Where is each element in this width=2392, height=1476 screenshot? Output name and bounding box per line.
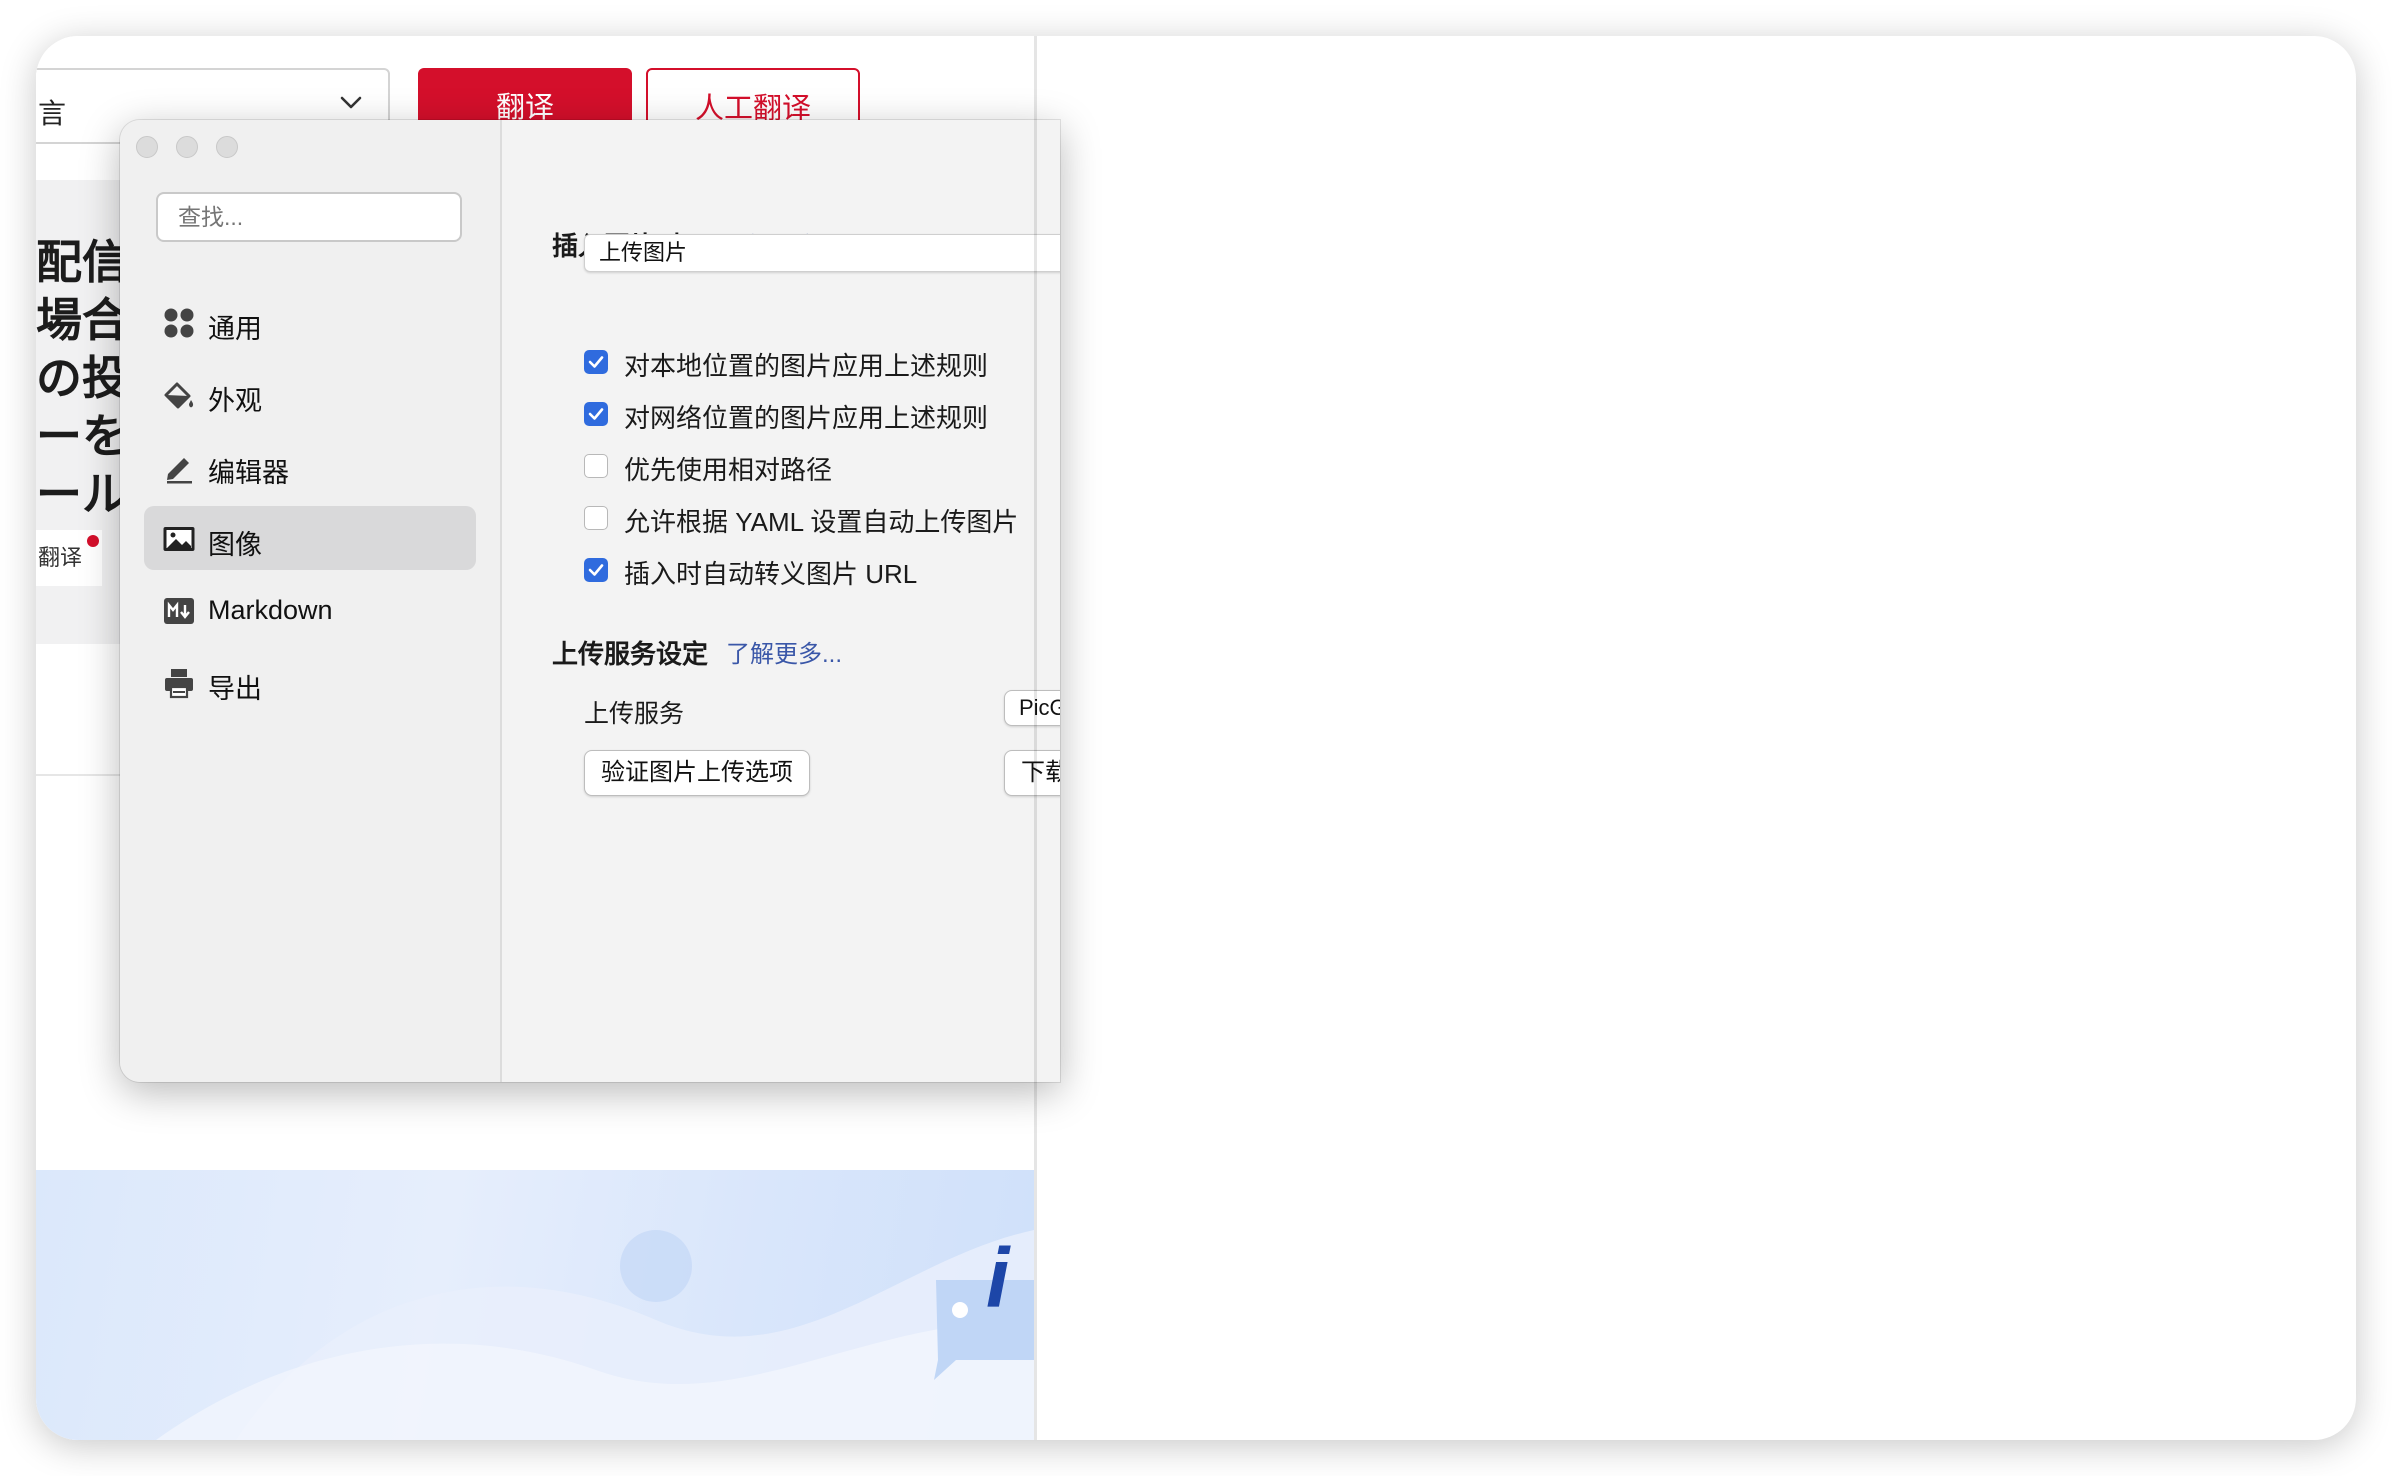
zoom-window-button[interactable] [216, 136, 238, 158]
image-icon [163, 527, 195, 551]
sidebar-item-label: 编辑器 [208, 458, 289, 488]
notification-dot [87, 535, 99, 547]
sidebar-item-label: 外观 [208, 386, 262, 416]
checkmark-icon [588, 408, 604, 420]
checkbox[interactable] [584, 402, 608, 426]
search-input[interactable] [156, 192, 462, 242]
sidebar-item-markdown[interactable]: Markdown [144, 578, 476, 642]
sidebar-item-label: Markdown [208, 595, 333, 625]
sidebar-item-appearance[interactable]: 外观 [144, 362, 476, 426]
validate-upload-button[interactable]: 验证图片上传选项 [584, 750, 810, 796]
checkbox-label: 对网络位置的图片应用上述规则 [624, 403, 989, 433]
checkmark-icon [588, 356, 604, 368]
banner-logo-text: i [986, 1231, 1010, 1325]
sidebar-item-label: 通用 [208, 314, 262, 344]
screenshot-frame: 言 翻译 人工翻译 配信 場合 の投 ーを ール 翻译 i 查找... 通用 外… [36, 36, 2356, 1440]
promo-banner: i [36, 1170, 1034, 1440]
checkbox-label: 对本地位置的图片应用上述规则 [624, 351, 989, 381]
sidebar-item-label: 导出 [208, 674, 262, 704]
pencil-icon [167, 458, 192, 484]
sidebar-item-label: 图像 [208, 530, 262, 560]
checkbox[interactable] [584, 454, 608, 478]
checkmark-icon [588, 564, 604, 576]
window-edge [1034, 36, 1037, 1440]
upload-service-section-title: 上传服务设定 [552, 639, 709, 669]
checkbox-label: 优先使用相对路径 [624, 455, 833, 485]
banner-wave-graphic [156, 1230, 1034, 1440]
sidebar-item-image[interactable]: 图像 [144, 506, 476, 570]
result-text-line: 配信 [36, 235, 128, 289]
chevron-down-icon [340, 96, 362, 109]
preferences-sidebar: 通用 外观 编辑器 [120, 120, 502, 1082]
printer-icon [165, 669, 193, 699]
markdown-icon [164, 598, 194, 624]
grid-icon [164, 308, 194, 338]
image-preferences-pane: 插入图片时... 了解更多... 上传图片 对本地位置的图片应用上述规则 对网络… [502, 120, 1060, 1082]
download-button[interactable]: 下载 [1004, 750, 1060, 796]
result-text-line: ーを [36, 409, 128, 463]
sidebar-item-export[interactable]: 导出 [144, 650, 476, 714]
paint-bucket-icon [164, 382, 194, 409]
close-window-button[interactable] [136, 136, 158, 158]
checkbox[interactable] [584, 506, 608, 530]
result-text-line: の投 [36, 351, 128, 405]
result-text-line: 場合 [36, 293, 128, 347]
preferences-window: 通用 外观 编辑器 [120, 120, 1060, 1082]
checkbox[interactable] [584, 558, 608, 582]
checkbox-label: 插入时自动转义图片 URL [624, 559, 918, 589]
sidebar-item-editor[interactable]: 编辑器 [144, 434, 476, 498]
upload-service-label: 上传服务 [584, 700, 685, 728]
result-text-line: ール [36, 467, 128, 521]
minimize-window-button[interactable] [176, 136, 198, 158]
insert-action-select[interactable]: 上传图片 [584, 234, 1060, 272]
learn-more-link[interactable]: 了解更多... [726, 634, 842, 669]
sidebar-item-general[interactable]: 通用 [144, 290, 476, 354]
upload-service-select[interactable]: PicG [1004, 690, 1060, 726]
checkbox[interactable] [584, 350, 608, 374]
language-select-value: 言 [38, 98, 67, 129]
checkbox-label: 允许根据 YAML 设置自动上传图片 [624, 507, 1019, 537]
